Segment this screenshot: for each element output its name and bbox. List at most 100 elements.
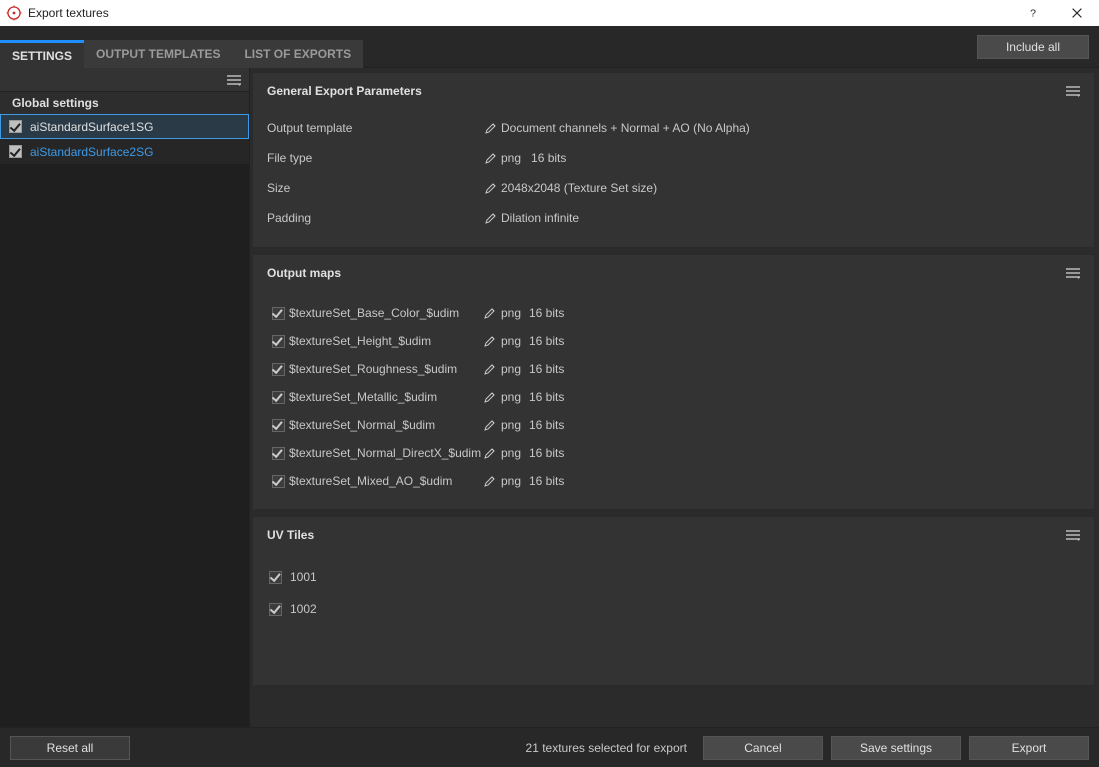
sidebar-item-aiStandardSurface1SG[interactable]: aiStandardSurface1SG — [0, 114, 249, 139]
param-label: Padding — [267, 211, 481, 225]
filter-icon[interactable] — [227, 74, 241, 86]
sidebar-item-label: aiStandardSurface2SG — [30, 145, 153, 159]
map-name: $textureSet_Normal_DirectX_$udim — [289, 446, 479, 460]
edit-icon[interactable] — [479, 475, 501, 487]
tab-settings[interactable]: Settings — [0, 40, 84, 68]
tab-label: Output Templates — [96, 47, 220, 61]
general-title: General Export Parameters — [267, 84, 1066, 98]
param-row: File type png16 bits — [267, 143, 1080, 173]
tab-label: Settings — [12, 49, 72, 63]
output-map-row: $textureSet_Roughness_$udimpng16 bits — [267, 355, 1080, 383]
checkbox[interactable] — [272, 447, 285, 460]
output-maps-title: Output maps — [267, 266, 1066, 280]
map-format: png — [501, 306, 529, 320]
checkbox[interactable] — [272, 307, 285, 320]
app-icon — [6, 5, 22, 21]
general-panel: General Export Parameters Output templat… — [252, 72, 1095, 248]
titlebar: Export textures ? — [0, 0, 1099, 26]
tab-output-templates[interactable]: Output Templates — [84, 40, 232, 68]
map-name: $textureSet_Height_$udim — [289, 334, 479, 348]
map-format: png — [501, 446, 529, 460]
output-map-row: $textureSet_Height_$udim png16 bits — [267, 327, 1080, 355]
edit-icon[interactable] — [479, 363, 501, 375]
panel-menu-icon[interactable] — [1066, 267, 1080, 279]
global-settings-label[interactable]: Global settings — [0, 92, 249, 114]
map-bits: 16 bits — [529, 362, 564, 376]
checkbox[interactable] — [272, 363, 285, 376]
param-value: 2048x2048 (Texture Set size) — [501, 181, 657, 195]
map-format: png — [501, 362, 529, 376]
status-text: 21 textures selected for export — [130, 741, 703, 755]
sidebar-item-label: aiStandardSurface1SG — [30, 120, 153, 134]
output-map-row: $textureSet_Normal_$udim png16 bits — [267, 411, 1080, 439]
map-bits: 16 bits — [529, 474, 564, 488]
help-button[interactable]: ? — [1011, 0, 1055, 26]
param-row: Output template Document channels + Norma… — [267, 113, 1080, 143]
param-value: Document channels + Normal + AO (No Alph… — [501, 121, 750, 135]
save-settings-button[interactable]: Save settings — [831, 736, 961, 760]
param-value: png16 bits — [501, 151, 566, 165]
tab-label: List of Exports — [244, 47, 351, 61]
output-map-row: $textureSet_Base_Color_$udim png16 bits — [267, 299, 1080, 327]
checkbox[interactable] — [272, 419, 285, 432]
uv-tiles-title: UV Tiles — [267, 528, 1066, 542]
map-bits: 16 bits — [529, 334, 564, 348]
param-row: Padding Dilation infinite — [267, 203, 1080, 233]
map-bits: 16 bits — [529, 390, 564, 404]
output-map-row: $textureSet_Metallic_$udim png16 bits — [267, 383, 1080, 411]
checkbox[interactable] — [272, 475, 285, 488]
sidebar-item-aiStandardSurface2SG[interactable]: aiStandardSurface2SG — [0, 139, 249, 164]
param-row: Size 2048x2048 (Texture Set size) — [267, 173, 1080, 203]
map-name: $textureSet_Normal_$udim — [289, 418, 479, 432]
param-label: File type — [267, 151, 481, 165]
include-all-button[interactable]: Include all — [977, 35, 1089, 59]
edit-icon[interactable] — [481, 122, 501, 134]
edit-icon[interactable] — [479, 307, 501, 319]
edit-icon[interactable] — [479, 447, 501, 459]
param-label: Size — [267, 181, 481, 195]
uv-tile-row: 1002 — [267, 597, 1080, 621]
edit-icon[interactable] — [481, 212, 501, 224]
close-button[interactable] — [1055, 0, 1099, 26]
output-map-row: $textureSet_Mixed_AO_$udimpng16 bits — [267, 467, 1080, 495]
map-name: $textureSet_Mixed_AO_$udim — [289, 474, 479, 488]
map-bits: 16 bits — [529, 306, 564, 320]
content: General Export Parameters Output templat… — [250, 68, 1099, 727]
map-name: $textureSet_Metallic_$udim — [289, 390, 479, 404]
map-format: png — [501, 390, 529, 404]
map-name: $textureSet_Base_Color_$udim — [289, 306, 479, 320]
edit-icon[interactable] — [479, 391, 501, 403]
cancel-button[interactable]: Cancel — [703, 736, 823, 760]
main: Global settings aiStandardSurface1SG aiSt… — [0, 68, 1099, 727]
uv-tile-row: 1001 — [267, 565, 1080, 589]
window-title: Export textures — [28, 6, 1011, 20]
export-button[interactable]: Export — [969, 736, 1089, 760]
map-format: png — [501, 334, 529, 348]
map-bits: 16 bits — [529, 418, 564, 432]
checkbox[interactable] — [269, 603, 282, 616]
checkbox[interactable] — [269, 571, 282, 584]
panel-menu-icon[interactable] — [1066, 85, 1080, 97]
tab-list-of-exports[interactable]: List of Exports — [232, 40, 363, 68]
svg-text:?: ? — [1030, 8, 1036, 20]
include-all-label: Include all — [1006, 40, 1060, 54]
output-maps-panel: Output maps $textureSet_Base_Color_$udim… — [252, 254, 1095, 510]
panel-menu-icon[interactable] — [1066, 529, 1080, 541]
edit-icon[interactable] — [481, 152, 501, 164]
param-value: Dilation infinite — [501, 211, 579, 225]
map-format: png — [501, 418, 529, 432]
edit-icon[interactable] — [479, 419, 501, 431]
bottom-bar: Reset all 21 textures selected for expor… — [0, 727, 1099, 767]
sidebar: Global settings aiStandardSurface1SG aiSt… — [0, 68, 250, 727]
checkbox[interactable] — [272, 335, 285, 348]
uv-tiles-panel: UV Tiles 1001 1002 — [252, 516, 1095, 686]
output-map-row: $textureSet_Normal_DirectX_$udimpng16 bi… — [267, 439, 1080, 467]
checkbox[interactable] — [9, 120, 22, 133]
checkbox[interactable] — [272, 391, 285, 404]
checkbox[interactable] — [9, 145, 22, 158]
uv-tile-id: 1001 — [290, 570, 317, 584]
reset-all-button[interactable]: Reset all — [10, 736, 130, 760]
edit-icon[interactable] — [481, 182, 501, 194]
param-label: Output template — [267, 121, 481, 135]
edit-icon[interactable] — [479, 335, 501, 347]
